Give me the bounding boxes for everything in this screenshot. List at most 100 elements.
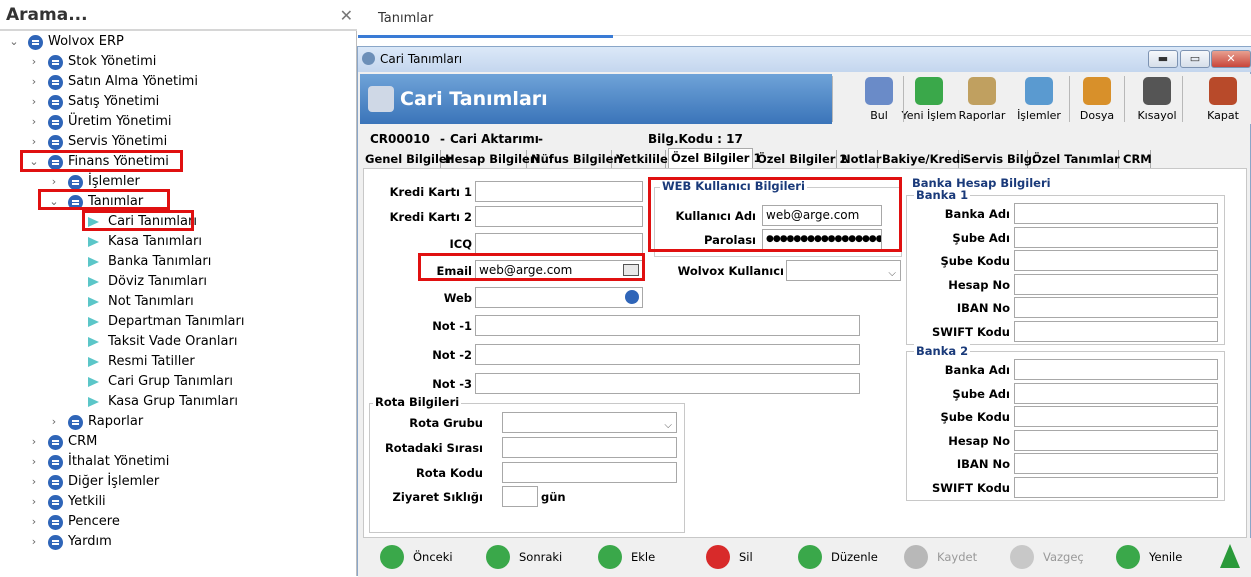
kredi2-input[interactable] xyxy=(475,206,643,227)
tree-item[interactable]: Not Tanımları xyxy=(0,292,355,312)
kaydet-button[interactable]: Kaydet xyxy=(904,545,999,569)
chevron-icon[interactable]: › xyxy=(28,512,40,532)
chevron-icon[interactable]: ⌄ xyxy=(28,152,40,172)
tree-item[interactable]: › İthalat Yönetimi xyxy=(0,452,355,472)
tab-0[interactable]: Genel Bilgiler xyxy=(363,150,452,169)
kapat-button[interactable]: Kapat xyxy=(1198,74,1248,124)
tab-7[interactable]: Bakiye/Kredi xyxy=(880,150,964,169)
vazgec-button[interactable]: Vazgeç xyxy=(1010,545,1105,569)
kisayol-button[interactable]: Kısayol xyxy=(1132,74,1182,124)
rota-grubu-select[interactable]: ⌵ xyxy=(502,412,677,433)
bank-field-input[interactable] xyxy=(1014,203,1218,224)
kredi1-input[interactable] xyxy=(475,181,643,202)
tab-10[interactable]: CRM xyxy=(1121,150,1152,169)
tree-item[interactable]: › Satış Yönetimi xyxy=(0,92,355,112)
tree-item[interactable]: Taksit Vade Oranları xyxy=(0,332,355,352)
tree-item[interactable]: ⌄ Tanımlar xyxy=(0,192,355,212)
chevron-icon[interactable]: ⌄ xyxy=(8,32,20,52)
chevron-icon[interactable]: › xyxy=(28,92,40,112)
arrow-up-icon[interactable] xyxy=(1220,544,1240,568)
chevron-icon[interactable]: › xyxy=(28,132,40,152)
tree-item[interactable]: › Pencere xyxy=(0,512,355,532)
bank-field-input[interactable] xyxy=(1014,226,1218,248)
chevron-icon[interactable]: ⌄ xyxy=(48,192,60,212)
chevron-icon[interactable]: › xyxy=(28,432,40,452)
tree-item[interactable]: › İşlemler xyxy=(0,172,355,192)
ekle-button[interactable]: Ekle xyxy=(598,545,693,569)
minimize-button[interactable]: ▬ xyxy=(1148,50,1178,68)
tree-item[interactable]: › Satın Alma Yönetimi xyxy=(0,72,355,92)
tree-item[interactable]: Cari Tanımları xyxy=(0,212,355,232)
not2-input[interactable] xyxy=(475,344,860,365)
tree-item[interactable]: › Yardım xyxy=(0,532,355,552)
tree-item[interactable]: › CRM xyxy=(0,432,355,452)
yeni-islem-button[interactable]: Yeni İşlem xyxy=(899,74,959,124)
onceki-button[interactable]: Önceki xyxy=(380,545,475,569)
tab-4[interactable]: Özel Bilgiler 1 xyxy=(668,148,761,169)
search-box[interactable]: Arama... ✕ xyxy=(0,0,357,31)
icq-input[interactable] xyxy=(475,233,643,254)
bank-field-input[interactable] xyxy=(1014,359,1218,380)
rota-kodu-input[interactable] xyxy=(502,462,677,483)
mail-icon[interactable] xyxy=(623,264,639,276)
bank-field-input[interactable] xyxy=(1014,321,1218,342)
not3-input[interactable] xyxy=(475,373,860,394)
bank-field-input[interactable] xyxy=(1014,453,1218,475)
maximize-button[interactable]: ▭ xyxy=(1180,50,1210,68)
sonraki-button[interactable]: Sonraki xyxy=(486,545,581,569)
tree-item[interactable]: Banka Tanımları xyxy=(0,252,355,272)
tree-item[interactable]: › Yetkili xyxy=(0,492,355,512)
wolvox-user-select[interactable]: ⌵ xyxy=(786,260,901,281)
bank-field-input[interactable] xyxy=(1014,382,1218,404)
bank-field-input[interactable] xyxy=(1014,477,1218,498)
email-input[interactable]: web@arge.com xyxy=(475,260,643,281)
tree-item[interactable]: Departman Tanımları xyxy=(0,312,355,332)
chevron-icon[interactable]: › xyxy=(28,72,40,92)
parola-input[interactable]: ●●●●●●●●●●●●●●●●● xyxy=(762,229,882,250)
tab-3[interactable]: Yetkililer xyxy=(614,150,673,169)
tree-item[interactable]: › Servis Yönetimi xyxy=(0,132,355,152)
tree-item[interactable]: › Raporlar xyxy=(0,412,355,432)
chevron-icon[interactable]: › xyxy=(48,412,60,432)
tree-item[interactable]: Döviz Tanımları xyxy=(0,272,355,292)
tab-2[interactable]: Nüfus Bilgileri xyxy=(529,150,623,169)
chevron-icon[interactable]: › xyxy=(28,492,40,512)
ziyaret-input[interactable] xyxy=(502,486,538,507)
close-button[interactable]: ✕ xyxy=(1211,50,1251,68)
not1-input[interactable] xyxy=(475,315,860,336)
chevron-icon[interactable]: › xyxy=(48,172,60,192)
chevron-icon[interactable]: › xyxy=(28,112,40,132)
chevron-icon[interactable]: › xyxy=(28,452,40,472)
chevron-icon[interactable]: › xyxy=(28,472,40,492)
tab-5[interactable]: Özel Bilgiler 2 xyxy=(755,150,847,169)
tree-item[interactable]: › Stok Yönetimi xyxy=(0,52,355,72)
tree-item[interactable]: Kasa Grup Tanımları xyxy=(0,392,355,412)
tab-9[interactable]: Özel Tanımlar xyxy=(1030,150,1120,169)
dosya-button[interactable]: Dosya xyxy=(1072,74,1122,124)
rota-sira-input[interactable] xyxy=(502,437,677,458)
raporlar-button[interactable]: Raporlar xyxy=(957,74,1007,124)
tree-item[interactable]: ⌄ Finans Yönetimi xyxy=(0,152,355,172)
tab-8[interactable]: Servis Bilg. xyxy=(961,150,1036,169)
kullanici-input[interactable]: web@arge.com xyxy=(762,205,882,226)
tab-1[interactable]: Hesap Bilgileri xyxy=(443,150,539,169)
bank-field-input[interactable] xyxy=(1014,250,1218,272)
tree-item[interactable]: › Üretim Yönetimi xyxy=(0,112,355,132)
bank-field-input[interactable] xyxy=(1014,297,1218,319)
sil-button[interactable]: Sil xyxy=(706,545,801,569)
bul-button[interactable]: Bul xyxy=(854,74,904,124)
tree-item[interactable]: › Diğer İşlemler xyxy=(0,472,355,492)
tree-item[interactable]: Kasa Tanımları xyxy=(0,232,355,252)
close-icon[interactable]: ✕ xyxy=(340,6,353,25)
tab-6[interactable]: Notlar xyxy=(839,150,881,169)
duzenle-button[interactable]: Düzenle xyxy=(798,545,893,569)
islemler-button[interactable]: İşlemler xyxy=(1014,74,1064,124)
bank-field-input[interactable] xyxy=(1014,406,1218,428)
chevron-icon[interactable]: › xyxy=(28,52,40,72)
web-globe-icon[interactable] xyxy=(625,290,639,304)
bank-field-input[interactable] xyxy=(1014,273,1218,295)
chevron-icon[interactable]: › xyxy=(28,532,40,552)
yenile-button[interactable]: Yenile xyxy=(1116,545,1211,569)
web-input[interactable] xyxy=(475,287,643,308)
tree-item[interactable]: ⌄ Wolvox ERP xyxy=(0,32,355,52)
